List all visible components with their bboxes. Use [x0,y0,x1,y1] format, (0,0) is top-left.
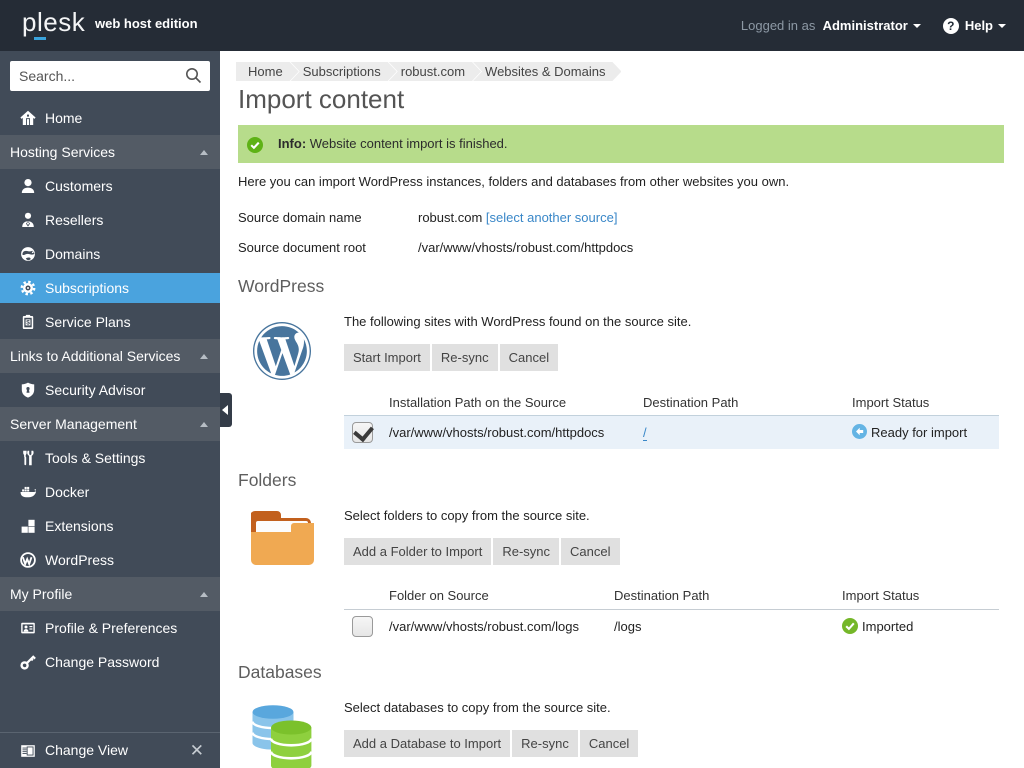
svg-text:$: $ [26,319,30,326]
